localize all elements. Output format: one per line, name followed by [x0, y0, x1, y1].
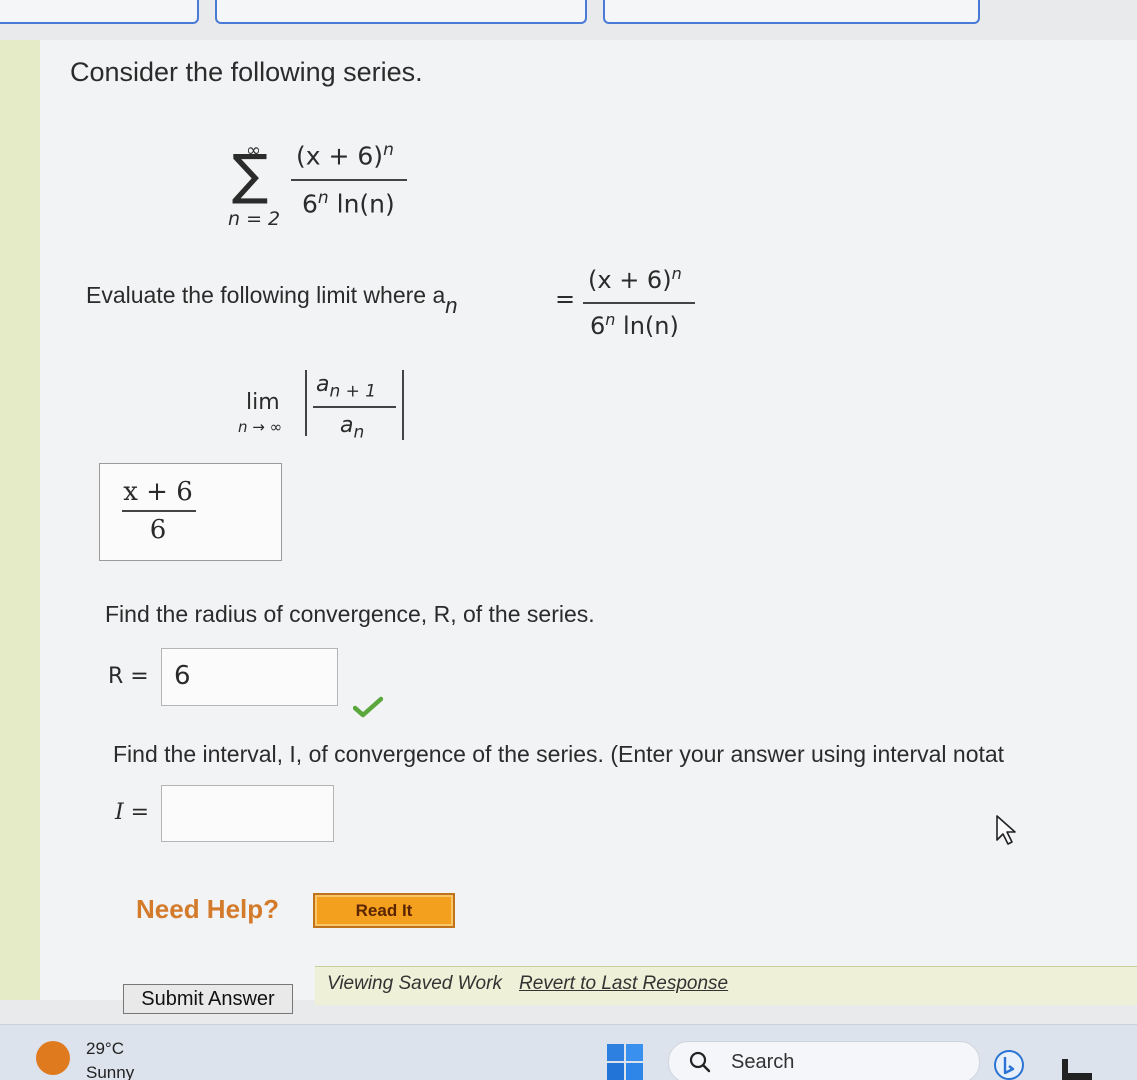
limit-subscript: n → ∞ [238, 418, 283, 436]
abs-bar-left [305, 370, 307, 436]
limit-numerator-a: a [316, 372, 330, 397]
an-denominator-exp: n [605, 310, 616, 329]
limit-denominator: an [340, 413, 364, 442]
series-denominator-exp: n [317, 188, 329, 208]
limit-fraction-bar [313, 406, 396, 408]
radius-input-value: 6 [174, 661, 191, 691]
series-denominator-base: 6 [302, 189, 318, 219]
series-denominator-rest: ln(n) [328, 189, 395, 219]
limit-numerator: an + 1 [316, 372, 376, 401]
an-numerator: (x + 6)n [588, 264, 682, 294]
screen: Consider the following series. ∞ ∑ n = 2… [0, 0, 1137, 1080]
read-it-button[interactable]: Read It [313, 893, 455, 928]
sum-symbol: ∑ [232, 143, 269, 206]
an-numerator-base: (x + 6) [588, 266, 672, 294]
radius-input[interactable]: 6 [161, 648, 338, 706]
series-fraction-bar [291, 179, 407, 181]
equals-sign: = [555, 285, 576, 313]
revert-link[interactable]: Revert to Last Response [519, 973, 728, 995]
interval-prompt: Find the interval, I, of convergence of … [113, 741, 1005, 767]
limit-lim: lim [246, 390, 280, 415]
an-denominator-base: 6 [590, 312, 606, 340]
limit-answer-fraction-bar [122, 510, 196, 512]
search-label: Search [731, 1051, 795, 1073]
evaluate-text-main: Evaluate the following limit where a [86, 282, 446, 308]
weather-temp[interactable]: 29°C [86, 1039, 124, 1059]
an-denominator: 6n ln(n) [590, 310, 679, 340]
weather-sun-icon[interactable] [36, 1041, 70, 1075]
search-icon [689, 1051, 711, 1073]
sum-lower-limit: n = 2 [228, 208, 281, 230]
submit-answer-button[interactable]: Submit Answer [123, 984, 293, 1014]
an-subscript: n [445, 292, 458, 318]
taskbar: 29°C Sunny Search [0, 1024, 1137, 1080]
correct-check-icon [353, 696, 383, 718]
an-numerator-exp: n [671, 264, 682, 283]
left-accent-strip [0, 40, 40, 1000]
taskbar-app-icon[interactable] [1060, 1055, 1094, 1080]
an-fraction-bar [583, 302, 695, 304]
series-numerator-base: (x + 6) [296, 141, 384, 171]
radius-prompt: Find the radius of convergence, R, of th… [105, 601, 595, 627]
interval-input[interactable] [161, 785, 334, 842]
limit-denominator-sub: n [353, 422, 365, 443]
an-denominator-rest: ln(n) [615, 312, 679, 340]
evaluate-text: Evaluate the following limit where an [86, 282, 458, 318]
interval-label: I = [115, 800, 150, 825]
limit-answer-denominator: 6 [149, 515, 167, 545]
question-intro: Consider the following series. [70, 57, 423, 87]
need-help-label: Need Help? [136, 894, 280, 924]
taskbar-search[interactable]: Search [668, 1041, 980, 1080]
series-numerator-exp: n [383, 140, 394, 160]
radius-label: R = [108, 664, 149, 689]
weather-condition[interactable]: Sunny [86, 1063, 134, 1080]
series-denominator: 6n ln(n) [302, 188, 395, 218]
top-tab-3[interactable] [603, 0, 980, 24]
limit-answer-numerator: x + 6 [123, 477, 193, 507]
series-numerator: (x + 6)n [296, 140, 394, 170]
limit-denominator-a: a [340, 413, 354, 438]
top-tab-2[interactable] [215, 0, 587, 24]
windows-start-icon[interactable] [606, 1043, 644, 1080]
limit-numerator-sub: n + 1 [329, 381, 377, 402]
bing-icon[interactable] [992, 1049, 1026, 1080]
mouse-cursor-icon [996, 815, 1016, 845]
saved-work-bar: Viewing Saved Work Revert to Last Respon… [315, 966, 1137, 1005]
abs-bar-right [402, 370, 404, 440]
viewing-saved-work: Viewing Saved Work [327, 973, 502, 994]
top-tab-1[interactable] [0, 0, 199, 24]
